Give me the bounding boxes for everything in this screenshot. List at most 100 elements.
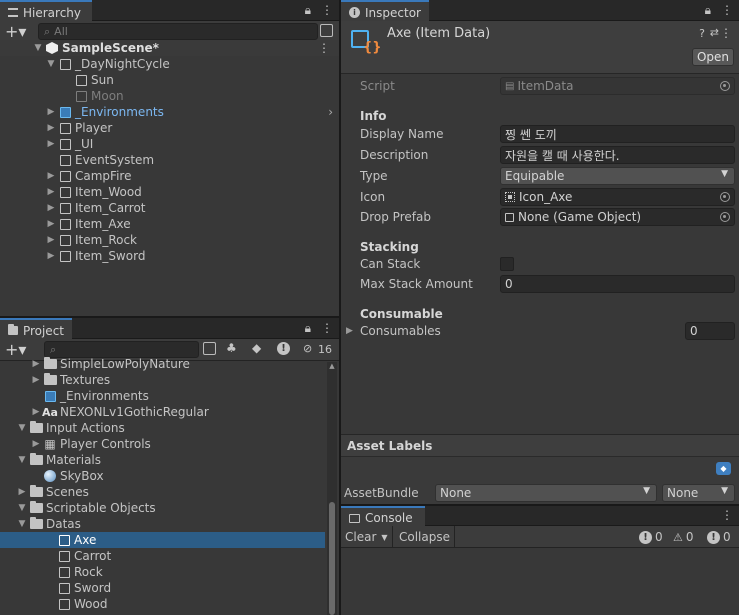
hierarchy-item[interactable]: ▶ _Environments › [0,104,339,120]
object-picker-icon[interactable] [720,192,730,202]
presets-icon[interactable]: ⇄ [710,26,719,39]
chevron-right-icon[interactable]: › [328,105,333,119]
project-item[interactable]: ▼ Materials [0,452,339,468]
scene-fold-arrow[interactable]: ▼ [32,43,44,53]
fold-arrow[interactable]: ▼ [16,519,28,529]
tab-console[interactable]: Console [341,506,425,526]
scrollbar-thumb[interactable] [329,502,335,615]
fold-arrow[interactable]: ▶ [45,139,57,149]
kebab-menu-icon[interactable]: ⋮ [721,3,733,18]
fold-arrow[interactable]: ▶ [45,219,57,229]
description-field[interactable]: 자원을 캘 때 사용한다. [500,146,735,164]
project-item[interactable]: ▶ Textures [0,372,339,388]
project-item[interactable]: ▶ SimpleLowPolyNature [0,356,339,372]
create-plus-icon[interactable]: +▾ [5,22,26,41]
clear-button[interactable]: Clear ▼ [341,526,393,548]
fold-arrow[interactable]: ▶ [45,123,57,133]
filter-warnings-icon[interactable]: ! [277,342,290,355]
object-picker-icon[interactable] [720,81,730,91]
consumables-row[interactable]: ▶ Consumables 0 [341,321,739,341]
warning-count-toggle[interactable]: ⚠ 0 [673,529,694,545]
fold-arrow[interactable]: ▶ [30,439,42,449]
filter-by-label-icon[interactable]: ◆ [252,341,261,355]
project-scrollbar[interactable]: ▲ [327,362,337,615]
scene-menu-icon[interactable]: ⋮ [318,41,330,55]
hierarchy-item[interactable]: ▶ Item_Sword [0,248,339,264]
fold-arrow[interactable]: ▶ [45,203,57,213]
fold-arrow[interactable]: ▶ [30,375,42,385]
icon-field[interactable]: Icon_Axe [500,188,735,206]
hierarchy-item[interactable]: ▶ Item_Axe [0,216,339,232]
project-item[interactable]: Rock [0,564,339,580]
lock-icon[interactable]: 🔒︎ [705,3,711,18]
hierarchy-item[interactable]: Sun [0,72,339,88]
lock-icon[interactable]: 🔒︎ [305,3,311,18]
filter-by-type-icon[interactable]: ♣ [226,341,237,355]
tab-hierarchy[interactable]: Hierarchy [0,0,92,21]
fold-arrow[interactable]: ▶ [45,251,57,261]
kebab-menu-icon[interactable]: ⋮ [321,3,333,18]
max-stack-field[interactable]: 0 [500,275,735,293]
project-tabbar: Project 🔒︎ ⋮ [0,318,339,339]
hierarchy-search-input[interactable]: ⌕ All [38,23,318,40]
scene-visibility-icon[interactable] [320,24,333,37]
fold-arrow[interactable]: ▶ [45,187,57,197]
project-item[interactable]: Wood [0,596,339,612]
tab-inspector[interactable]: i Inspector [341,0,429,21]
fold-arrow[interactable]: ▶ [30,407,42,417]
project-item[interactable]: SkyBox [0,468,339,484]
consumables-fold-arrow[interactable]: ▶ [346,326,353,336]
fold-arrow[interactable]: ▶ [30,359,42,369]
asset-bundle-dropdown[interactable]: None ▼ [435,484,657,502]
fold-arrow[interactable]: ▶ [45,171,57,181]
label-tag-icon[interactable]: ◆ [716,462,731,475]
fold-arrow[interactable]: ▼ [45,59,57,69]
project-item[interactable]: Sword [0,580,339,596]
hierarchy-item[interactable]: ▶ CampFire [0,168,339,184]
error-count-toggle[interactable]: ! 0 [707,529,731,545]
hierarchy-item[interactable]: ▶ Item_Carrot [0,200,339,216]
log-count-toggle[interactable]: ! 0 [639,529,663,545]
hierarchy-item[interactable]: ▶ Player [0,120,339,136]
can-stack-checkbox[interactable] [500,257,514,271]
kebab-menu-icon[interactable]: ⋮ [321,321,333,336]
lock-icon[interactable]: 🔒︎ [305,321,311,336]
hierarchy-item[interactable]: ▶ _UI [0,136,339,152]
consumables-size-field[interactable]: 0 [685,322,735,340]
scene-row[interactable]: ▼ SampleScene* ⋮ [0,40,339,56]
drop-prefab-field[interactable]: None (Game Object) [500,208,735,226]
project-item[interactable]: ▶ ▦ Player Controls [0,436,339,452]
fold-arrow[interactable]: ▼ [16,423,28,433]
scrollbar-up-arrow[interactable]: ▲ [327,362,337,370]
hierarchy-item[interactable]: ▼ _DayNightCycle [0,56,339,72]
type-dropdown[interactable]: Equipable ▼ [500,167,735,185]
hierarchy-item[interactable]: ▶ Item_Rock [0,232,339,248]
project-item-selected[interactable]: Axe [0,532,325,548]
fold-arrow[interactable]: ▼ [16,503,28,513]
project-item[interactable]: ▶ Scenes [0,484,339,500]
fold-arrow[interactable]: ▶ [16,487,28,497]
collapse-button[interactable]: Collapse [395,526,455,548]
hierarchy-item[interactable]: Moon [0,88,339,104]
fold-arrow[interactable]: ▶ [45,235,57,245]
fold-arrow[interactable]: ▶ [45,107,57,117]
project-item[interactable]: _Environments [0,388,339,404]
hidden-packages-icon[interactable]: ⊘ [303,342,312,355]
tab-project[interactable]: Project [0,318,72,339]
search-by-type-icon[interactable] [203,342,216,355]
component-menu-icon[interactable]: ⋮ [720,26,732,40]
fold-arrow[interactable]: ▼ [16,455,28,465]
project-item[interactable]: ▼ Datas [0,516,339,532]
kebab-menu-icon[interactable]: ⋮ [721,508,733,522]
project-item[interactable]: Carrot [0,548,339,564]
help-icon[interactable]: ? [699,27,705,40]
project-item[interactable]: ▼ Scriptable Objects [0,500,339,516]
display-name-field[interactable]: 찡 쎈 도끼 [500,125,735,143]
hierarchy-item[interactable]: EventSystem [0,152,339,168]
asset-variant-dropdown[interactable]: None ▼ [662,484,735,502]
object-picker-icon[interactable] [720,212,730,222]
open-button[interactable]: Open [692,48,734,66]
project-item[interactable]: ▶ Aa NEXONLv1GothicRegular [0,404,339,420]
project-item[interactable]: ▼ Input Actions [0,420,339,436]
hierarchy-item[interactable]: ▶ Item_Wood [0,184,339,200]
